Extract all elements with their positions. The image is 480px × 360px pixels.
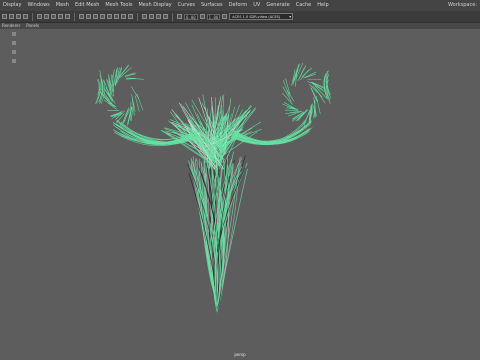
ambient-occlusion-icon[interactable]	[114, 14, 119, 19]
hair-strand	[315, 95, 321, 115]
image-plane-icon[interactable]	[23, 14, 28, 19]
color-space-label: ACES 1.0 SDR-video (ACES)	[232, 15, 281, 19]
isolate-select-icon[interactable]	[142, 14, 147, 19]
field-chart-icon[interactable]	[65, 14, 70, 19]
menu-surfaces[interactable]: Surfaces	[198, 0, 226, 11]
toolbar-divider	[32, 12, 33, 21]
menu-uv[interactable]: UV	[250, 0, 263, 11]
menu-display[interactable]: Display	[0, 0, 24, 11]
xray-icon[interactable]	[149, 14, 154, 19]
xray-joints-icon[interactable]	[156, 14, 161, 19]
lights-icon[interactable]	[100, 14, 105, 19]
hair-strand	[136, 93, 144, 111]
menu-deform[interactable]: Deform	[226, 0, 251, 11]
smooth-shade-icon[interactable]	[86, 14, 91, 19]
menu-generate[interactable]: Generate	[263, 0, 292, 11]
hair-strand	[124, 107, 130, 122]
shadows-icon[interactable]	[107, 14, 112, 19]
hair-strand	[303, 72, 317, 79]
exposure-field[interactable]: 0.00	[184, 13, 198, 20]
gate-mask-icon[interactable]	[58, 14, 63, 19]
lock-camera-icon[interactable]	[9, 14, 14, 19]
hair-strand	[122, 108, 129, 124]
menu-help[interactable]: Help	[314, 0, 331, 11]
film-gate-icon[interactable]	[44, 14, 49, 19]
resolution-gate-icon[interactable]	[51, 14, 56, 19]
bookmark-icon[interactable]	[16, 14, 21, 19]
viewport-side-icons	[12, 32, 18, 63]
hair-strand	[131, 86, 139, 99]
hair-guide-curves	[95, 62, 332, 313]
anti-aliasing-icon[interactable]	[128, 14, 133, 19]
menu-curves[interactable]: Curves	[175, 0, 198, 11]
menu-windows[interactable]: Windows	[24, 0, 52, 11]
select-camera-icon[interactable]	[2, 14, 7, 19]
toolbar-divider	[137, 12, 138, 21]
pin-icon[interactable]	[12, 50, 16, 54]
hair-strand	[122, 108, 131, 124]
exposure-icon[interactable]	[177, 14, 182, 19]
axis-icon	[12, 41, 16, 45]
hair-strand	[300, 69, 309, 81]
gamma-icon[interactable]	[199, 14, 205, 19]
motion-blur-icon[interactable]	[121, 14, 126, 19]
view-cube-icon[interactable]	[12, 32, 16, 36]
textured-icon[interactable]	[93, 14, 98, 19]
3d-viewport[interactable]: persp	[0, 29, 480, 360]
workspace-label[interactable]: Workspace:	[448, 0, 477, 11]
menu-bar: Display Windows Mesh Edit Mesh Mesh Tool…	[0, 0, 480, 11]
chevron-down-icon: ▾	[289, 14, 292, 19]
camera-label: persp	[234, 352, 246, 357]
wireframe-icon[interactable]	[79, 14, 84, 19]
toolbar-divider	[74, 12, 75, 21]
backface-culling-icon[interactable]	[163, 14, 168, 19]
menu-mesh[interactable]: Mesh	[53, 0, 72, 11]
color-management-icon[interactable]	[222, 14, 228, 19]
display-icon[interactable]	[12, 59, 16, 63]
menu-cache[interactable]: Cache	[293, 0, 315, 11]
menu-mesh-display[interactable]: Mesh Display	[135, 0, 174, 11]
gamma-field[interactable]: 1.00	[206, 13, 221, 20]
grid-icon[interactable]	[37, 14, 42, 19]
menu-edit-mesh[interactable]: Edit Mesh	[72, 0, 102, 11]
color-space-dropdown[interactable]: ACES 1.0 SDR-video (ACES) ▾	[229, 13, 294, 20]
toolbar-divider	[172, 12, 173, 21]
viewport-toolbar: 0.00 1.00 ACES 1.0 SDR-video (ACES) ▾	[0, 11, 480, 23]
menu-mesh-tools[interactable]: Mesh Tools	[102, 0, 135, 11]
